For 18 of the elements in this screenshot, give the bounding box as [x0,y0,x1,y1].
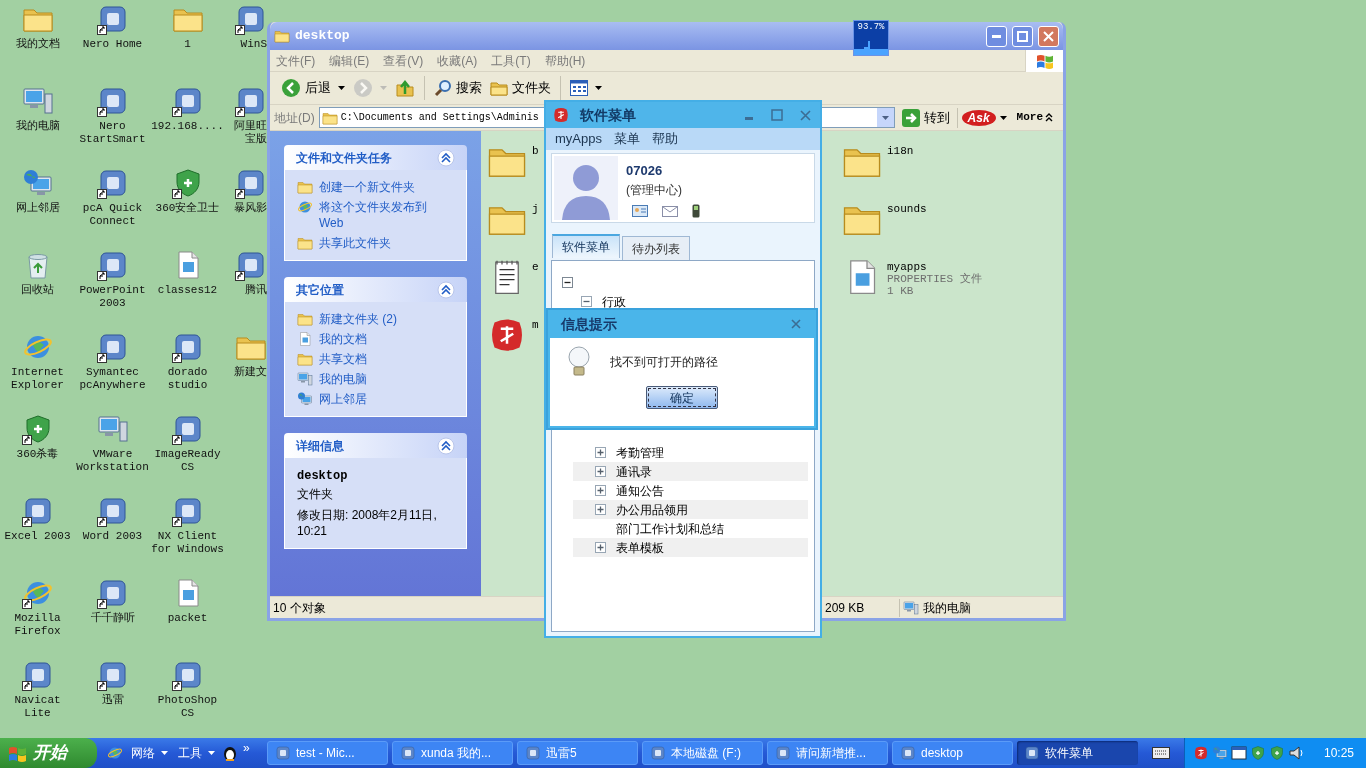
dialog-message: 找不到可打开的路径 [610,354,718,371]
user-org: (管理中心) [626,181,683,199]
user-id: 07026 [626,162,664,180]
window-title: 软件菜单 [580,105,637,125]
dialog-title: 信息提示 [561,314,618,334]
address-label: 地址(D) [274,109,315,127]
modified-date: 修改日期: 2008年2月11日, 10:21 [297,507,438,539]
item-name: desktop [297,468,349,485]
section-title: 文件和文件夹任务 [296,149,393,167]
section-title: 其它位置 [296,281,345,299]
section-title: 详细信息 [296,437,345,455]
window-title: desktop [295,27,350,46]
item-type: 文件夹 [297,486,334,503]
file-info: PROPERTIES 文件 [887,273,982,285]
status-zone: 我的电脑 [923,599,971,617]
meter-reading: 93.7% [857,21,885,33]
file-info: 1 KB [887,285,915,297]
status-text: 10 个对象 [272,599,327,617]
